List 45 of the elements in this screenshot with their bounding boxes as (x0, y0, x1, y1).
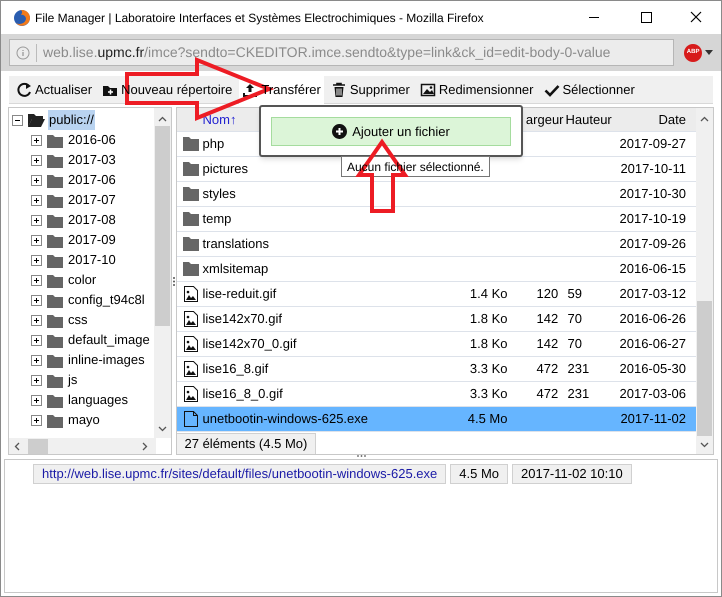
file-size: 4.5 Mo (450, 464, 508, 484)
file-date: 2017-10-30 (620, 186, 686, 202)
image-width: 142 (536, 336, 558, 352)
file-date: 2017-09-27 (620, 136, 686, 152)
image-height: 231 (568, 361, 590, 376)
image-height: 231 (568, 386, 590, 402)
file-date: 2017-03-06 (620, 386, 686, 402)
file-name: temp (202, 210, 232, 228)
file-date: 2016-06-27 (620, 336, 686, 352)
image-width: 472 (536, 386, 558, 402)
file-date: 2016-06-26 (620, 311, 686, 326)
file-name: styles (202, 185, 236, 204)
file-size: 1.4 Ko (470, 286, 508, 302)
image-width: 142 (536, 311, 558, 326)
file-date: 2017-11-02 10:10 (512, 464, 632, 484)
file-date: 2016-05-30 (620, 361, 686, 376)
file-name: translations (202, 235, 269, 254)
file-name: lise16_8.gif (202, 360, 268, 378)
status-text: 27 éléments (4.5 Mo) (176, 433, 316, 454)
file-name: unetbootin-windows-625.exe (202, 410, 368, 428)
file-name: lise142x70.gif (202, 310, 282, 328)
file-size: 1.8 Ko (470, 336, 508, 352)
window-title: File Manager | Laboratoire Interfaces et Systèmes Electrochimiques - Mozilla Firefox (35, 10, 484, 26)
file-date: 2017-11-02 (620, 411, 686, 426)
file-size: 3.3 Ko (470, 361, 508, 376)
image-width: 120 (536, 286, 558, 302)
file-name: xmlsitemap (202, 260, 268, 278)
file-name: lise142x70_0.gif (202, 335, 296, 354)
file-date: 2017-10-19 (620, 211, 686, 226)
file-date: 2016-06-15 (620, 261, 686, 276)
file-date: 2017-09-26 (620, 236, 686, 252)
file-date: 2017-10-11 (620, 161, 686, 176)
file-name: pictures (202, 160, 248, 178)
file-name: php (202, 135, 224, 154)
image-width: 472 (536, 361, 558, 376)
url-text: web.lise.upmc.fr/imce?sendto=CKEDITOR.imce.sendto&type=link&ck_id=edit-body-0-value (43, 43, 610, 62)
file-name: lise16_8_0.gif (202, 385, 283, 404)
image-height: 70 (568, 336, 582, 352)
file-date: 2017-03-12 (620, 286, 686, 302)
file-size: 4.5 Mo (468, 411, 508, 426)
image-height: 70 (568, 311, 582, 326)
file-size: 3.3 Ko (470, 386, 508, 402)
file-size: 1.8 Ko (470, 311, 508, 326)
file-name: lise-reduit.gif (202, 285, 276, 304)
image-height: 59 (568, 286, 582, 302)
